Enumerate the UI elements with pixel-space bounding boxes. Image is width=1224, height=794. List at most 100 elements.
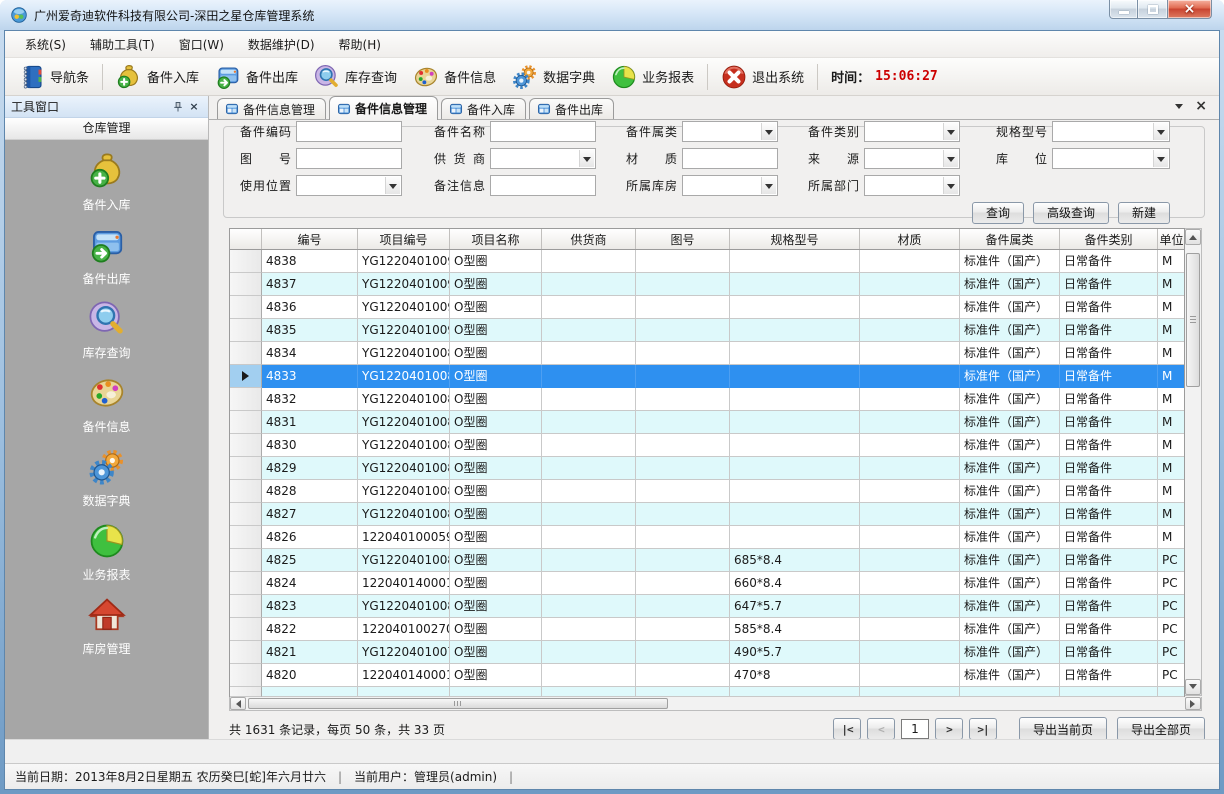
- row-selector[interactable]: [230, 457, 262, 480]
- select-stock-location[interactable]: [1052, 148, 1170, 169]
- cell[interactable]: 660*8.4: [730, 572, 860, 595]
- table-row[interactable]: 48201220401400013O型圈470*8标准件（国产）日常备件PC: [230, 664, 1184, 687]
- cell[interactable]: O型圈: [450, 549, 542, 572]
- advanced-query-button[interactable]: 高级查询: [1033, 202, 1109, 224]
- cell[interactable]: [542, 457, 636, 480]
- dropdown-arrow-icon[interactable]: [1153, 150, 1168, 167]
- cell[interactable]: 标准件（国产）: [960, 480, 1060, 503]
- cell[interactable]: [860, 480, 960, 503]
- cell[interactable]: 4820: [262, 664, 358, 687]
- menu-item-window[interactable]: 窗口(W): [167, 31, 236, 58]
- horizontal-scroll-thumb[interactable]: [248, 698, 668, 709]
- cell[interactable]: [730, 250, 860, 273]
- sidebar-section-warehouse[interactable]: 仓库管理: [5, 118, 208, 140]
- cell[interactable]: O型圈: [450, 618, 542, 641]
- column-header-1[interactable]: 项目编号: [358, 229, 450, 249]
- cell[interactable]: 4830: [262, 434, 358, 457]
- cell[interactable]: [860, 618, 960, 641]
- cell[interactable]: 日常备件: [1060, 365, 1158, 388]
- cell[interactable]: M: [1158, 503, 1185, 526]
- first-page-button[interactable]: |<: [833, 718, 861, 740]
- cell[interactable]: [636, 457, 730, 480]
- cell[interactable]: [860, 595, 960, 618]
- tab-parts-info-manage-1[interactable]: 备件信息管理: [217, 98, 326, 119]
- cell[interactable]: M: [1158, 457, 1185, 480]
- minimize-button[interactable]: [1109, 0, 1138, 19]
- cell[interactable]: 日常备件: [1060, 595, 1158, 618]
- cell[interactable]: YG12204010083: [358, 480, 450, 503]
- row-selector[interactable]: [230, 342, 262, 365]
- dropdown-arrow-icon[interactable]: [943, 177, 958, 194]
- cell[interactable]: O型圈: [450, 641, 542, 664]
- cell[interactable]: [860, 273, 960, 296]
- row-selector[interactable]: [230, 319, 262, 342]
- cell[interactable]: YG12204010084: [358, 457, 450, 480]
- cell[interactable]: [636, 526, 730, 549]
- cell[interactable]: 标准件（国产）: [960, 457, 1060, 480]
- cell[interactable]: YG12204010088: [358, 365, 450, 388]
- tab-parts-info-manage-2[interactable]: 备件信息管理: [329, 96, 438, 120]
- cell[interactable]: [860, 572, 960, 595]
- scroll-left-icon[interactable]: [230, 697, 246, 710]
- cell[interactable]: 4821: [262, 641, 358, 664]
- cell[interactable]: [730, 342, 860, 365]
- sidebar-item-warehouse-manage[interactable]: 库房管理: [5, 596, 208, 657]
- cell[interactable]: YG12204010082: [358, 503, 450, 526]
- cell[interactable]: M: [1158, 480, 1185, 503]
- table-row[interactable]: 4833YG12204010088O型圈标准件（国产）日常备件M: [230, 365, 1184, 388]
- cell[interactable]: 4837: [262, 273, 358, 296]
- cell[interactable]: PC: [1158, 549, 1185, 572]
- maximize-button[interactable]: [1138, 0, 1167, 19]
- cell[interactable]: [860, 365, 960, 388]
- row-selector[interactable]: [230, 526, 262, 549]
- table-row[interactable]: 4836YG12204010091O型圈标准件（国产）日常备件M: [230, 296, 1184, 319]
- cell[interactable]: [730, 526, 860, 549]
- scroll-up-icon[interactable]: [1185, 229, 1201, 245]
- cell[interactable]: [542, 549, 636, 572]
- toolbar-button-parts-inbound[interactable]: 备件入库: [108, 62, 207, 92]
- input-material[interactable]: [682, 148, 778, 169]
- cell[interactable]: O型圈: [450, 595, 542, 618]
- table-row[interactable]: 4821YG12204010079O型圈490*5.7标准件（国产）日常备件PC: [230, 641, 1184, 664]
- cell[interactable]: M: [1158, 273, 1185, 296]
- table-row[interactable]: 4830YG12204010085O型圈标准件（国产）日常备件M: [230, 434, 1184, 457]
- cell[interactable]: YG12204010092: [358, 273, 450, 296]
- cell[interactable]: [860, 411, 960, 434]
- table-row[interactable]: 4835YG12204010090O型圈标准件（国产）日常备件M: [230, 319, 1184, 342]
- select-department[interactable]: [864, 175, 960, 196]
- row-selector[interactable]: [230, 365, 262, 388]
- table-row[interactable]: 4834YG12204010089O型圈标准件（国产）日常备件M: [230, 342, 1184, 365]
- cell[interactable]: 标准件（国产）: [960, 572, 1060, 595]
- cell[interactable]: YG12204010086: [358, 411, 450, 434]
- cell[interactable]: 标准件（国产）: [960, 526, 1060, 549]
- cell[interactable]: [860, 388, 960, 411]
- cell[interactable]: 1220401400012: [358, 572, 450, 595]
- cell[interactable]: [860, 250, 960, 273]
- cell[interactable]: YG12204010093: [358, 250, 450, 273]
- dropdown-arrow-icon[interactable]: [761, 123, 776, 140]
- table-row[interactable]: 48241220401400012O型圈660*8.4标准件（国产）日常备件PC: [230, 572, 1184, 595]
- cell[interactable]: 585*8.4: [730, 618, 860, 641]
- cell[interactable]: 4829: [262, 457, 358, 480]
- cell[interactable]: O型圈: [450, 503, 542, 526]
- cell[interactable]: [860, 526, 960, 549]
- menu-item-help[interactable]: 帮助(H): [327, 31, 393, 58]
- cell[interactable]: [730, 296, 860, 319]
- cell[interactable]: [636, 273, 730, 296]
- table-row[interactable]: 4825YG12204010081O型圈685*8.4标准件（国产）日常备件PC: [230, 549, 1184, 572]
- cell[interactable]: [542, 641, 636, 664]
- cell[interactable]: [730, 457, 860, 480]
- cell[interactable]: M: [1158, 250, 1185, 273]
- cell[interactable]: 日常备件: [1060, 457, 1158, 480]
- cell[interactable]: PC: [1158, 572, 1185, 595]
- select-spec-model[interactable]: [1052, 121, 1170, 142]
- cell[interactable]: [636, 641, 730, 664]
- cell[interactable]: 日常备件: [1060, 664, 1158, 687]
- cell[interactable]: [542, 595, 636, 618]
- cell[interactable]: O型圈: [450, 457, 542, 480]
- cell[interactable]: [636, 388, 730, 411]
- toolbar-button-inventory-query[interactable]: 库存查询: [306, 62, 405, 92]
- cell[interactable]: 日常备件: [1060, 572, 1158, 595]
- cell[interactable]: [860, 296, 960, 319]
- table-row[interactable]: 48221220401002700O型圈585*8.4标准件（国产）日常备件PC: [230, 618, 1184, 641]
